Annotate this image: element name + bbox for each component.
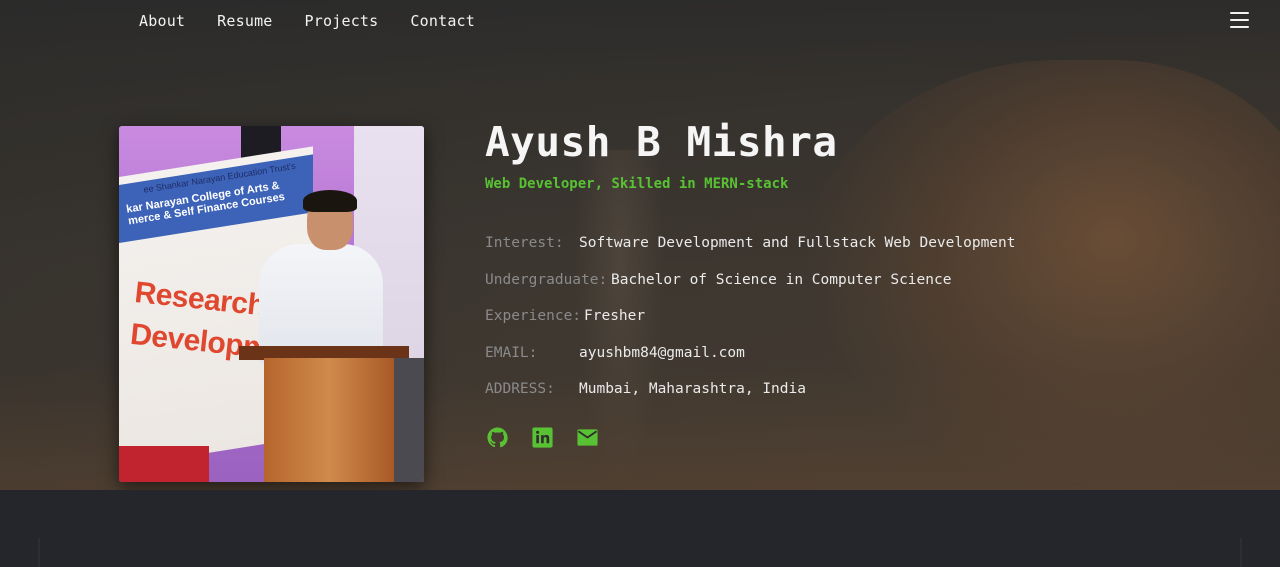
nav-links: About Resume Projects Contact: [139, 12, 507, 30]
top-navbar: About Resume Projects Contact: [0, 0, 1280, 42]
info-label: Interest:: [485, 235, 564, 251]
linkedin-icon[interactable]: [531, 426, 554, 449]
github-icon[interactable]: [486, 426, 509, 449]
info-label: ADDRESS:: [485, 381, 555, 397]
nav-link-projects[interactable]: Projects: [305, 12, 379, 30]
info-value: Mumbai, Maharashtra, India: [579, 381, 806, 397]
nav-link-resume[interactable]: Resume: [217, 12, 272, 30]
info-row-email: EMAIL: ayushbm84@gmail.com: [485, 345, 745, 361]
hamburger-menu-icon[interactable]: [1230, 12, 1249, 28]
info-label: EMAIL:: [485, 345, 538, 361]
info-value: Bachelor of Science in Computer Science: [611, 272, 952, 288]
nav-link-contact[interactable]: Contact: [410, 12, 475, 30]
email-icon[interactable]: [576, 426, 599, 449]
nav-link-about[interactable]: About: [139, 12, 185, 30]
lower-section: [0, 490, 1280, 567]
info-row-address: ADDRESS: Mumbai, Maharashtra, India: [485, 381, 806, 397]
info-row-undergraduate: Undergraduate: Bachelor of Science in Com…: [485, 272, 951, 288]
info-row-interest: Interest: Software Development and Fullst…: [485, 235, 1016, 251]
social-links: [486, 426, 599, 449]
profile-name: Ayush B Mishra: [485, 118, 838, 166]
info-value: Fresher: [584, 308, 646, 324]
profile-photo: ee Shankar Narayan Education Trust's kar…: [119, 126, 424, 482]
info-label: Experience:: [485, 308, 582, 324]
info-label: Undergraduate:: [485, 272, 608, 288]
info-value: ayushbm84@gmail.com: [579, 345, 745, 361]
info-value: Software Development and Fullstack Web D…: [579, 235, 1016, 251]
info-row-experience: Experience: Fresher: [485, 308, 645, 324]
profile-tagline: Web Developer, Skilled in MERN-stack: [485, 176, 789, 192]
